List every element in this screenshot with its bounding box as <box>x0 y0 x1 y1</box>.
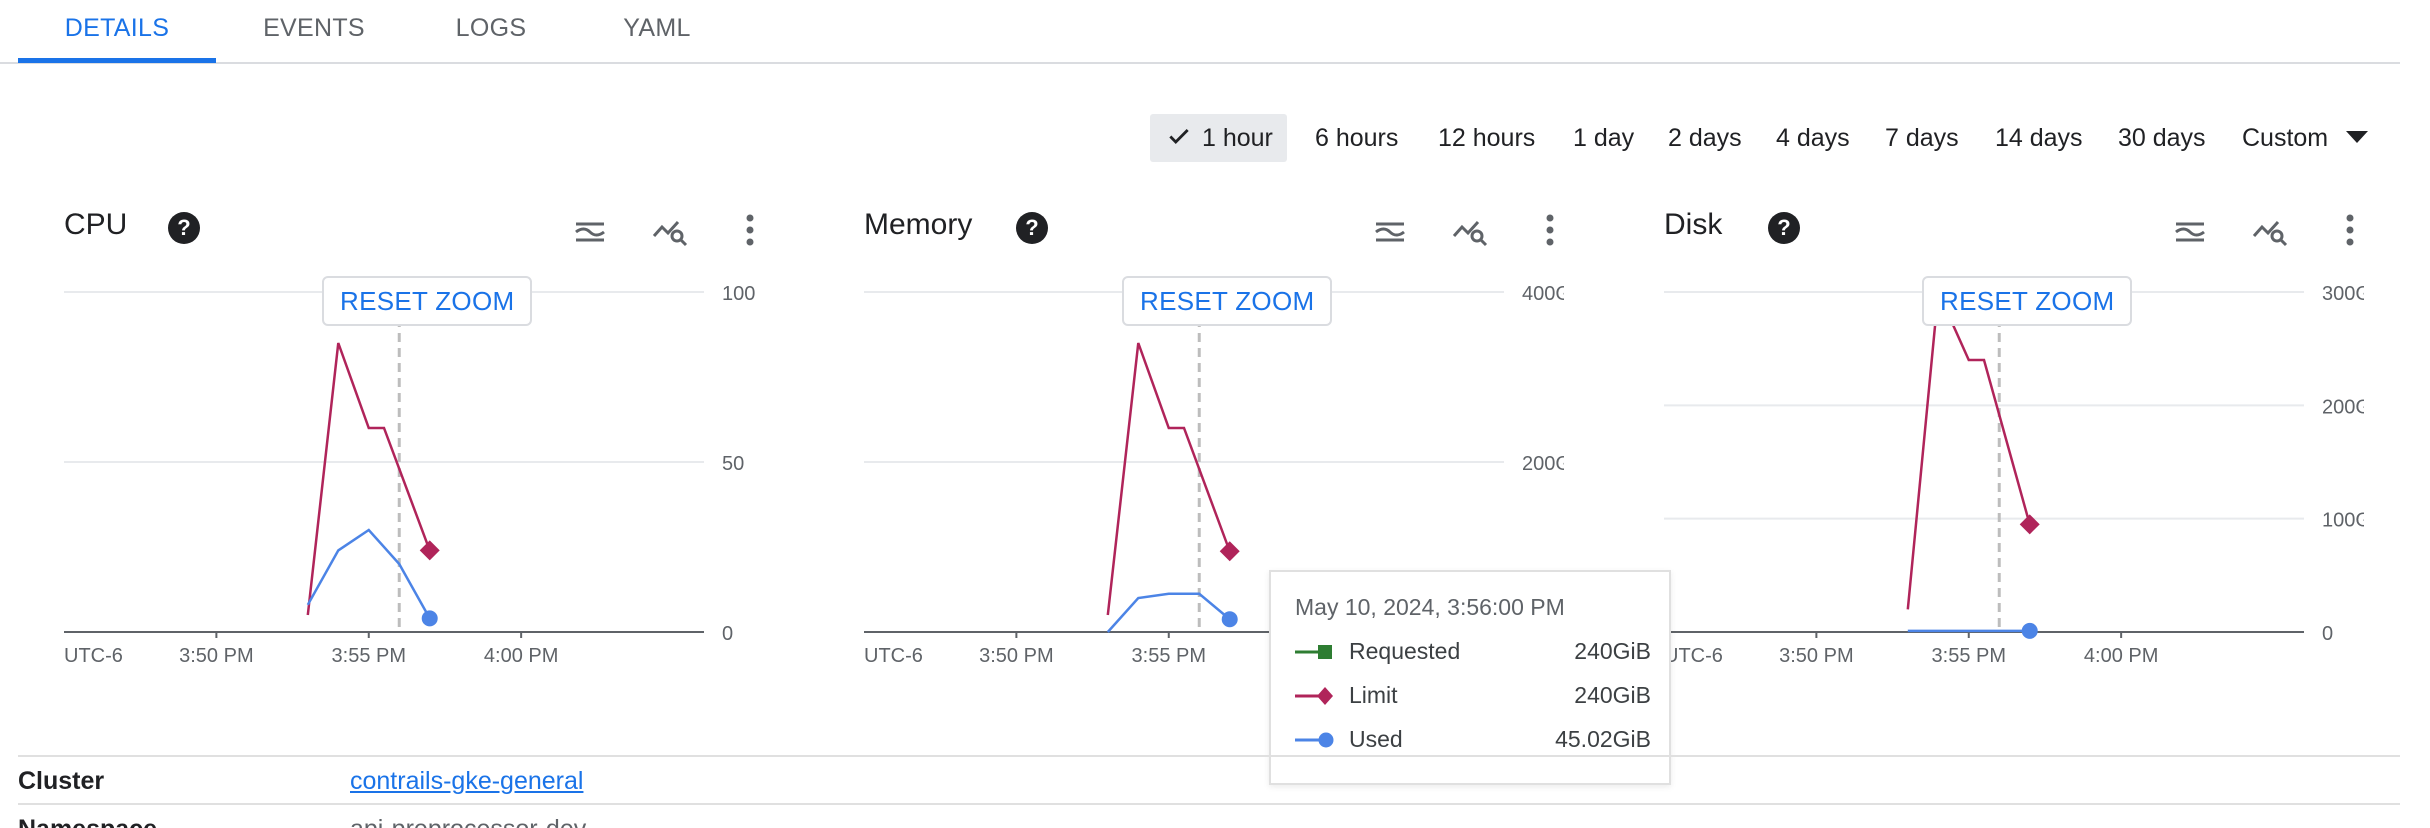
reset-zoom-button[interactable]: RESET ZOOM <box>322 276 533 326</box>
tooltip-value: 45.02GiB <box>1555 726 1651 752</box>
y-tick-label: 0 <box>2322 623 2333 645</box>
limit-end-marker <box>2019 514 2040 535</box>
chart-tooltip: May 10, 2024, 3:56:00 PM Requested 240Gi… <box>1269 570 1671 785</box>
check-icon <box>1169 129 1189 144</box>
used-series-line <box>1106 592 1231 633</box>
used-end-marker <box>2021 622 2038 639</box>
tab-events[interactable]: EVENTS <box>244 0 384 62</box>
requested-legend-icon <box>1295 645 1332 659</box>
help-icon[interactable]: ? <box>1016 212 1048 244</box>
more-options-icon[interactable] <box>2330 210 2370 250</box>
detail-row-namespace: Namespace api-preprocessor-dev <box>18 803 2400 828</box>
more-options-icon[interactable] <box>730 210 770 250</box>
time-range-30-days[interactable]: 30 days <box>2112 114 2212 162</box>
time-range-6-hours[interactable]: 6 hours <box>1309 114 1404 162</box>
cpu-chart-panel: CPU ? 0 50 100 UTC-6 3:50 PM 3:55 PM 4:00 PM R… <box>64 190 764 690</box>
tooltip-label: Requested <box>1349 638 1461 664</box>
x-tick-label: 3:50 PM <box>979 645 1053 667</box>
y-tick-label: 100GiB <box>2322 510 2364 532</box>
y-tick-label: 100 <box>722 283 755 305</box>
explore-metrics-icon[interactable] <box>1450 210 1490 250</box>
tab-bar: DETAILS EVENTS LOGS YAML <box>0 0 2400 64</box>
y-tick-label: 200GiB <box>2322 396 2364 418</box>
limit-end-marker <box>419 540 440 561</box>
legend-toggle-icon[interactable] <box>1370 210 1410 250</box>
tab-logs[interactable]: LOGS <box>432 0 550 62</box>
time-range-14-days[interactable]: 14 days <box>1989 114 2089 162</box>
tooltip-timestamp: May 10, 2024, 3:56:00 PM <box>1295 594 1565 620</box>
legend-toggle-icon[interactable] <box>570 210 610 250</box>
x-tick-label: 3:55 PM <box>1132 645 1206 667</box>
legend-toggle-icon[interactable] <box>2170 210 2210 250</box>
used-end-marker <box>1221 611 1238 628</box>
timezone-label: UTC-6 <box>864 645 923 667</box>
time-range-2-days[interactable]: 2 days <box>1662 114 1748 162</box>
time-range-12-hours[interactable]: 12 hours <box>1432 114 1541 162</box>
x-tick-label: 3:55 PM <box>332 645 406 667</box>
limit-series-line <box>1106 342 1231 616</box>
time-range-7-days[interactable]: 7 days <box>1879 114 1965 162</box>
detail-label: Namespace <box>18 815 157 828</box>
tooltip-value: 240GiB <box>1574 638 1651 664</box>
help-icon[interactable]: ? <box>168 212 200 244</box>
x-tick-label: 3:50 PM <box>1779 645 1853 667</box>
limit-legend-icon <box>1295 687 1333 705</box>
used-legend-icon <box>1295 732 1334 748</box>
help-icon[interactable]: ? <box>1768 212 1800 244</box>
timezone-label: UTC-6 <box>1664 645 1723 667</box>
more-options-icon[interactable] <box>1530 210 1570 250</box>
x-tick-label: 3:55 PM <box>1932 645 2006 667</box>
tooltip-value: 240GiB <box>1574 682 1651 708</box>
detail-value: api-preprocessor-dev <box>350 815 586 828</box>
cluster-link[interactable]: contrails-gke-general <box>350 767 583 796</box>
time-range-4-days[interactable]: 4 days <box>1770 114 1856 162</box>
panel-title: Memory <box>864 208 973 241</box>
panel-title: CPU <box>64 208 128 241</box>
time-range-1-hour[interactable]: 1 hour <box>1150 114 1287 162</box>
y-tick-label: 200GiB <box>1522 453 1564 475</box>
custom-label: Custom <box>2242 124 2329 152</box>
timezone-label: UTC-6 <box>64 645 123 667</box>
tab-details[interactable]: DETAILS <box>18 0 216 62</box>
y-tick-label: 300GiB <box>2322 283 2364 305</box>
disk-chart[interactable]: 0 100GiB 200GiB 300GiB UTC-6 3:50 PM 3:55 PM 4:… <box>1664 280 2364 690</box>
tooltip-row-limit: Limit 240GiB <box>1295 678 1651 714</box>
tooltip-row-used: Used 45.02GiB <box>1295 722 1651 758</box>
used-end-marker <box>421 610 438 627</box>
time-range-custom[interactable]: Custom <box>2236 114 2374 162</box>
x-tick-label: 4:00 PM <box>2084 645 2158 667</box>
reset-zoom-button[interactable]: RESET ZOOM <box>1922 276 2133 326</box>
time-range-1-day[interactable]: 1 day <box>1567 114 1640 162</box>
disk-chart-panel: Disk ? 0 100GiB 200GiB 300GiB UTC-6 3:50 PM 3:… <box>1664 190 2364 690</box>
used-series-line <box>306 528 431 620</box>
detail-row-cluster: Cluster contrails-gke-general <box>18 755 2400 803</box>
explore-metrics-icon[interactable] <box>2250 210 2290 250</box>
y-tick-label: 400GiB <box>1522 283 1564 305</box>
tooltip-label: Limit <box>1349 682 1398 708</box>
x-tick-label: 3:50 PM <box>179 645 253 667</box>
reset-zoom-button[interactable]: RESET ZOOM <box>1122 276 1333 326</box>
tooltip-label: Used <box>1349 726 1403 752</box>
limit-end-marker <box>1219 541 1240 562</box>
limit-series-line <box>1906 287 2031 610</box>
panel-title: Disk <box>1664 208 1723 241</box>
detail-label: Cluster <box>18 767 105 795</box>
dropdown-caret-icon <box>2346 131 2369 143</box>
y-tick-label: 0 <box>722 623 733 645</box>
y-tick-label: 50 <box>722 453 744 475</box>
cpu-chart[interactable]: 0 50 100 UTC-6 3:50 PM 3:55 PM 4:00 PM <box>64 280 764 690</box>
tab-yaml[interactable]: YAML <box>602 0 712 62</box>
tooltip-row-requested: Requested 240GiB <box>1295 634 1651 670</box>
x-tick-label: 4:00 PM <box>484 645 558 667</box>
explore-metrics-icon[interactable] <box>650 210 690 250</box>
time-range-label: 1 hour <box>1202 124 1273 152</box>
active-tab-indicator <box>18 58 216 63</box>
